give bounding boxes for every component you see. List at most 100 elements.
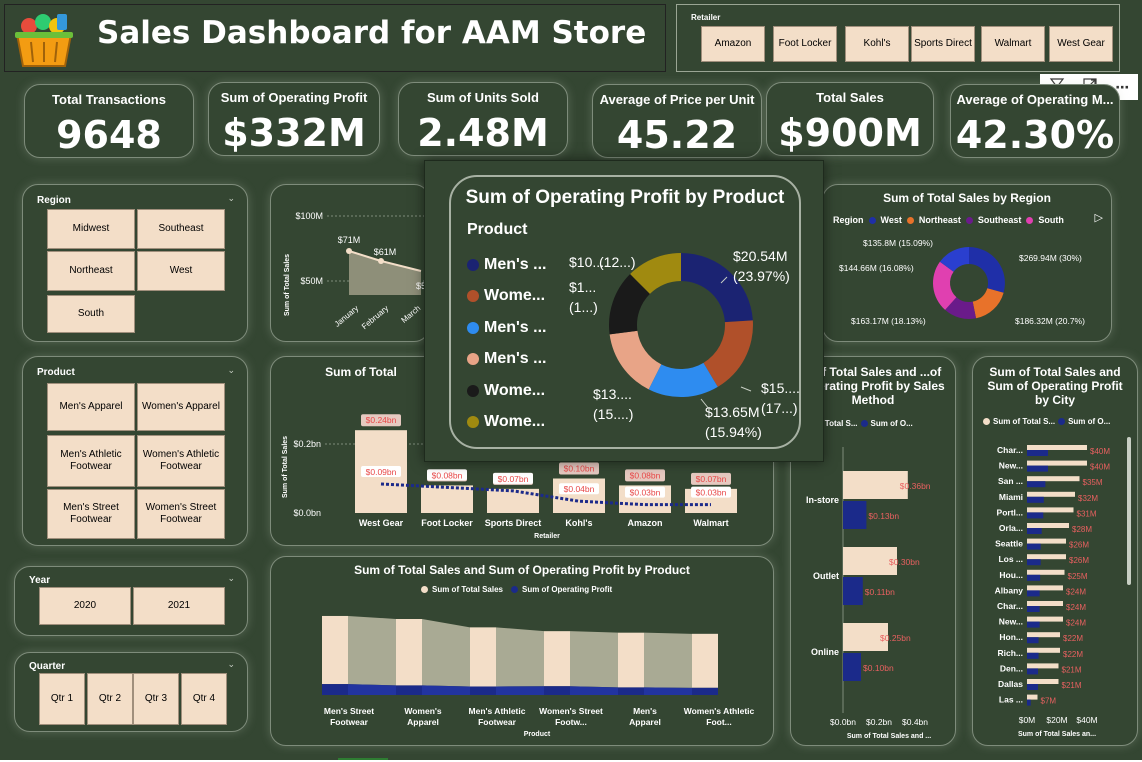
region-option-midwest[interactable]: Midwest	[47, 209, 135, 249]
sales-bar-15[interactable]	[1027, 679, 1059, 684]
sales-bar-9[interactable]	[1027, 585, 1063, 591]
kpi-total-sales: Total Sales $900M	[766, 82, 934, 156]
sales-bar-14[interactable]	[1027, 663, 1059, 669]
product-ribbon-chart[interactable]: Sum of Total Sales and Sum of Operating …	[270, 556, 774, 746]
year-option-2020[interactable]: 2020	[39, 587, 131, 625]
profit-bar-11[interactable]	[1027, 621, 1040, 628]
kpi-value: $900M	[778, 111, 922, 155]
sales-bar-16[interactable]	[1027, 694, 1038, 700]
sales-bar-10[interactable]	[1027, 601, 1063, 606]
retailer-option-foot-locker[interactable]: Foot Locker	[773, 26, 837, 62]
profit-bar-6[interactable]	[1027, 543, 1041, 550]
value-label-16: $7M	[1041, 697, 1057, 706]
region-option-southeast[interactable]: Southeast	[137, 209, 225, 249]
chevron-down-icon[interactable]: ⌄	[227, 659, 235, 670]
profit-bar-1[interactable]	[1027, 465, 1048, 472]
profit-bar-9[interactable]	[1027, 590, 1040, 597]
chevron-down-icon[interactable]: ⌄	[227, 573, 235, 584]
page-tab-indicator[interactable]	[338, 758, 388, 760]
profit-bar-8[interactable]	[1027, 574, 1041, 581]
product-option-womens-athletic-footwear[interactable]: Women's Athletic Footwear	[137, 435, 225, 487]
sales-bar-2[interactable]	[470, 627, 496, 687]
profit-bar-1[interactable]	[843, 577, 863, 605]
city-5: Orla...	[999, 523, 1023, 533]
bar-1[interactable]	[421, 485, 473, 513]
sales-bar-5[interactable]	[1027, 523, 1069, 528]
retailer-option-walmart[interactable]: Walmart	[981, 26, 1045, 62]
chevron-down-icon[interactable]: ⌄	[227, 365, 235, 376]
profit-bar-2[interactable]	[843, 653, 861, 681]
sales-bar-5[interactable]	[692, 633, 718, 688]
profit-bar-13[interactable]	[1027, 652, 1039, 659]
quarter-option-qtr2[interactable]: Qtr 2	[87, 673, 133, 725]
sales-bar-12[interactable]	[1027, 632, 1060, 638]
profit-bar-5[interactable]	[692, 687, 718, 695]
quarter-option-qtr3[interactable]: Qtr 3	[133, 673, 179, 725]
sales-bar-0[interactable]	[843, 471, 908, 499]
label-midwest: $135.8M (15.09%)	[863, 238, 933, 248]
operating-profit-by-product-chart[interactable]: Sum of Operating Profit by Product Produ…	[449, 175, 801, 449]
slice-west[interactable]	[969, 247, 1005, 293]
kpi-value: 2.48M	[417, 111, 549, 155]
profit-bar-15[interactable]	[1027, 684, 1039, 690]
x-tick-3-line2: Footw...	[555, 717, 587, 727]
slice-northeast[interactable]	[972, 288, 1004, 319]
profit-bar-4[interactable]	[1027, 512, 1044, 519]
retailer-option-amazon[interactable]: Amazon	[701, 26, 765, 62]
city-sales-chart[interactable]: Sum of Total Sales and Sum of Operating …	[972, 356, 1138, 746]
region-option-west[interactable]: West	[137, 251, 225, 291]
product-slicer: Product ⌄ Men's Apparel Women's Apparel …	[22, 356, 248, 546]
profit-bar-3[interactable]	[544, 686, 570, 695]
x-tick-4-line1: Men's	[633, 706, 657, 716]
region-donut-chart[interactable]: Sum of Total Sales by Region Region West…	[822, 184, 1112, 342]
sales-bar-0[interactable]	[1027, 445, 1087, 450]
sales-bar-11[interactable]	[1027, 616, 1063, 622]
sales-bar-3[interactable]	[544, 631, 570, 687]
sales-bar-6[interactable]	[1027, 538, 1066, 544]
profit-bar-12[interactable]	[1027, 637, 1039, 644]
sales-bar-1[interactable]	[1027, 460, 1087, 466]
profit-bar-2[interactable]	[1027, 481, 1046, 488]
profit-bar-10[interactable]	[1027, 606, 1040, 612]
product-option-womens-apparel[interactable]: Women's Apparel	[137, 383, 225, 431]
profit-bar-4[interactable]	[618, 687, 644, 695]
x-tick-2: Sports Direct	[485, 518, 542, 528]
monthly-sales-chart[interactable]: Sum of Total Sales $100M $50M $71M $61M …	[270, 184, 431, 342]
profit-bar-5[interactable]	[1027, 528, 1042, 534]
product-option-mens-street-footwear[interactable]: Men's Street Footwear	[47, 489, 135, 539]
profit-bar-0[interactable]	[1027, 450, 1048, 456]
profit-bar-3[interactable]	[1027, 496, 1044, 503]
chevron-down-icon[interactable]: ⌄	[227, 193, 235, 204]
sales-bar-7[interactable]	[1027, 554, 1066, 560]
sales-bar-0[interactable]	[322, 615, 348, 685]
region-option-northeast[interactable]: Northeast	[47, 251, 135, 291]
quarter-option-qtr4[interactable]: Qtr 4	[181, 673, 227, 725]
profit-bar-14[interactable]	[1027, 668, 1039, 675]
product-option-womens-street-footwear[interactable]: Women's Street Footwear	[137, 489, 225, 539]
profit-bar-0[interactable]	[843, 501, 867, 529]
profit-bar-16[interactable]	[1027, 699, 1031, 706]
product-option-mens-apparel[interactable]: Men's Apparel	[47, 383, 135, 431]
sales-bar-13[interactable]	[1027, 647, 1060, 653]
year-option-2021[interactable]: 2021	[133, 587, 225, 625]
profit-bar-0[interactable]	[322, 684, 348, 695]
sales-bar-8[interactable]	[1027, 569, 1065, 575]
retailer-option-west-gear[interactable]: West Gear	[1049, 26, 1113, 62]
sales-bar-4[interactable]	[618, 632, 644, 688]
sales-bar-3[interactable]	[1027, 491, 1075, 497]
point-february	[378, 258, 384, 264]
product-option-mens-athletic-footwear[interactable]: Men's Athletic Footwear	[47, 435, 135, 487]
profit-bar-7[interactable]	[1027, 559, 1041, 566]
region-option-south[interactable]: South	[47, 295, 135, 333]
retailer-option-sports-direct[interactable]: Sports Direct	[911, 26, 975, 62]
sales-bar-2[interactable]	[1027, 476, 1080, 482]
legend-next-arrow[interactable]: ▷	[1095, 211, 1103, 224]
sales-bar-1[interactable]	[396, 619, 422, 686]
year-slicer-label: Year	[29, 575, 51, 586]
scrollbar[interactable]	[1127, 437, 1131, 585]
retailer-option-kohls[interactable]: Kohl's	[845, 26, 909, 62]
profit-bar-1[interactable]	[396, 685, 422, 695]
sales-bar-4[interactable]	[1027, 507, 1074, 513]
profit-bar-2[interactable]	[470, 686, 496, 695]
quarter-option-qtr1[interactable]: Qtr 1	[39, 673, 85, 725]
